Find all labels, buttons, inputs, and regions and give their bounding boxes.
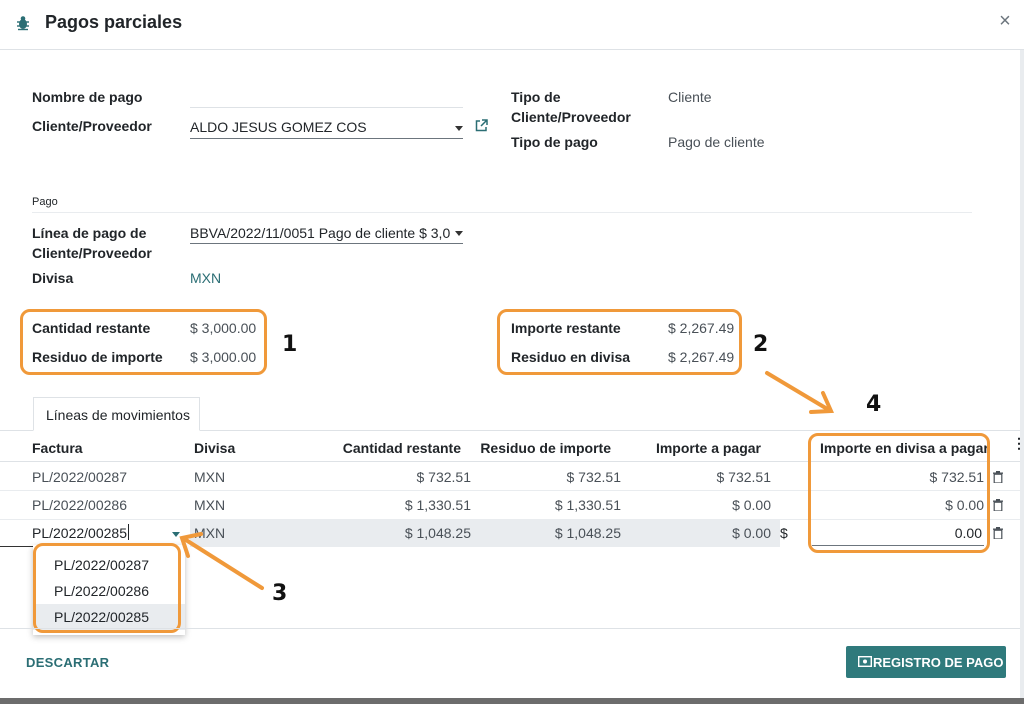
annotation-number-1: 1 (282, 332, 298, 357)
tipo-cliente-label-1: Tipo de (511, 89, 561, 105)
annotation-box-2 (497, 309, 742, 375)
row-importe: $ 0.00 (732, 497, 771, 513)
section-divider (32, 212, 972, 213)
chevron-down-icon[interactable] (455, 126, 463, 131)
footer-divider (0, 628, 1024, 629)
scrollbar-track[interactable] (1020, 50, 1024, 698)
divisa-label: Divisa (32, 270, 74, 286)
importe-restante-value: $ 2,267.49 (668, 320, 735, 336)
importe-restante-label: Importe restante (511, 320, 621, 336)
annotation-number-4: 4 (866, 392, 882, 417)
col-header-divisa[interactable]: Divisa (194, 440, 235, 456)
tipo-cliente-value: Cliente (668, 89, 712, 105)
annotation-number-3: 3 (272, 581, 288, 606)
linea-pago-value: BBVA/2022/11/0051 Pago de cliente $ 3,00 (190, 225, 450, 241)
row-importe: $ 0.00 (732, 525, 771, 541)
cliente-value: ALDO JESUS GOMEZ COS (190, 119, 367, 135)
row-residuo: $ 1,330.51 (554, 497, 621, 513)
cliente-label: Cliente/Proveedor (32, 118, 152, 134)
row-factura: PL/2022/00286 (32, 497, 127, 513)
residuo-importe-label: Residuo de importe (32, 349, 163, 365)
external-link-icon[interactable] (475, 119, 488, 132)
annotation-box-4 (808, 433, 990, 553)
bottom-edge (0, 698, 1024, 704)
register-payment-label: REGISTRO DE PAGO (873, 655, 1004, 670)
row-residuo: $ 732.51 (566, 469, 622, 485)
discard-button[interactable]: DESCARTAR (26, 655, 109, 670)
close-icon[interactable]: × (996, 10, 1014, 33)
row-divisa: MXN (194, 469, 226, 485)
col-header-residuo-importe[interactable]: Residuo de importe (460, 440, 611, 456)
linea-pago-select[interactable]: BBVA/2022/11/0051 Pago de cliente $ 3,00 (190, 222, 463, 244)
trash-icon[interactable] (993, 499, 1003, 511)
residuo-divisa-value: $ 2,267.49 (668, 349, 735, 365)
currency-prefix: $ (780, 525, 788, 541)
residuo-divisa-label: Residuo en divisa (511, 349, 631, 365)
linea-pago-label-2: Cliente/Proveedor (32, 245, 152, 261)
row-cantidad: $ 1,048.25 (404, 525, 471, 541)
linea-pago-label-1: Línea de pago de (32, 225, 147, 241)
col-header-factura[interactable]: Factura (32, 440, 83, 456)
row-divisa[interactable]: MXN (194, 525, 225, 541)
chevron-down-icon[interactable] (455, 231, 463, 236)
annotation-box-1 (20, 309, 267, 375)
row-cantidad: $ 732.51 (416, 469, 472, 485)
trash-icon[interactable] (993, 471, 1003, 483)
divisa-value[interactable]: MXN (190, 270, 221, 286)
factura-select-value[interactable]: PL/2022/00285 (32, 525, 127, 541)
col-header-cantidad-restante[interactable]: Cantidad restante (300, 440, 461, 456)
register-payment-button[interactable]: REGISTRO DE PAGO (846, 646, 1006, 678)
bug-icon (17, 16, 29, 31)
cliente-select[interactable]: ALDO JESUS GOMEZ COS (190, 115, 463, 139)
trash-icon[interactable] (993, 527, 1003, 539)
nombre-pago-field[interactable] (190, 107, 463, 108)
dialog-title: Pagos parciales (45, 12, 183, 32)
row-divisa: MXN (194, 497, 226, 513)
cantidad-restante-value: $ 3,000.00 (190, 320, 257, 336)
nombre-pago-label: Nombre de pago (32, 89, 143, 105)
annotation-box-3 (33, 543, 181, 633)
tipo-cliente-label-2: Cliente/Proveedor (511, 109, 631, 125)
chevron-down-icon[interactable] (172, 532, 180, 537)
col-header-importe-pagar[interactable]: Importe a pagar (620, 440, 761, 456)
row-factura: PL/2022/00287 (32, 469, 127, 485)
cantidad-restante-label: Cantidad restante (32, 320, 151, 336)
row-residuo: $ 1,048.25 (554, 525, 621, 541)
annotation-number-2: 2 (753, 332, 769, 357)
row-importe: $ 732.51 (716, 469, 772, 485)
residuo-importe-value: $ 3,000.00 (190, 349, 257, 365)
money-icon (858, 656, 872, 667)
tab-lineas-movimientos[interactable]: Líneas de movimientos (33, 397, 200, 431)
text-cursor (128, 524, 129, 540)
arrow-to-divisa-column (765, 371, 835, 414)
tipo-pago-label: Tipo de pago (511, 134, 598, 150)
tipo-pago-value: Pago de cliente (668, 134, 765, 150)
section-pago-title: Pago (32, 196, 58, 208)
row-cantidad: $ 1,330.51 (404, 497, 471, 513)
